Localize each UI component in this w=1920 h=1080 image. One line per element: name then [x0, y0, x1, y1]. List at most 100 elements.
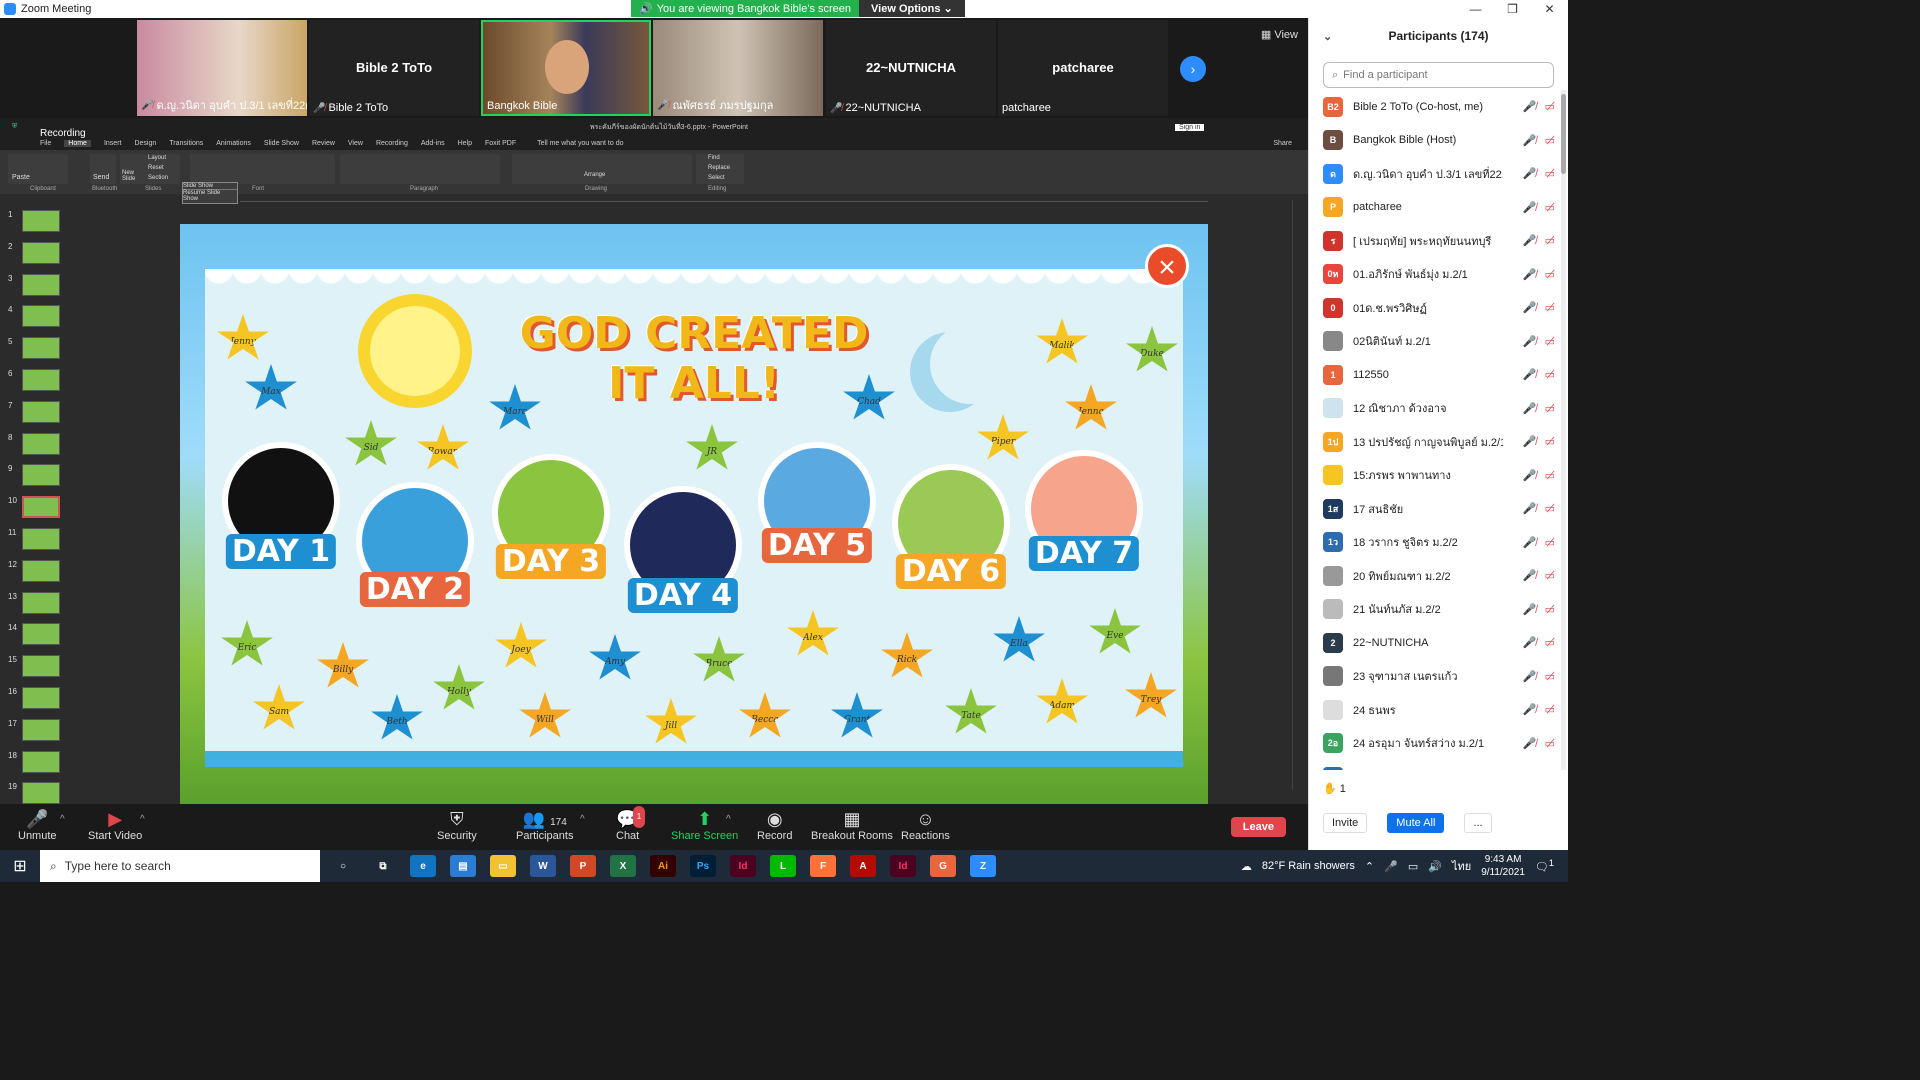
slide-thumbnail[interactable] [22, 241, 60, 264]
more-options-button[interactable]: ... [1464, 813, 1492, 833]
invite-button[interactable]: Invite [1323, 813, 1368, 833]
participant-row[interactable]: B2 Bible 2 ToTo (Co-host, me) 🎤̸ ▭̸ [1309, 90, 1569, 124]
language-indicator[interactable]: ไทย [1452, 857, 1471, 875]
mic-muted-icon[interactable]: 🎤̸ [1523, 268, 1537, 281]
participant-row[interactable]: 1ส 17 สนธิชัย 🎤̸ ▭̸ [1309, 492, 1569, 526]
audio-options-caret[interactable]: ^ [60, 814, 65, 825]
slide-thumbnail[interactable] [22, 750, 60, 773]
new-slide-button[interactable]: New Slide [122, 170, 142, 182]
slide-thumbnail[interactable] [22, 623, 60, 646]
chevron-up-icon[interactable]: ⌃ [1365, 860, 1374, 873]
line-icon[interactable]: L [770, 855, 796, 877]
ppt-tab[interactable]: Add-ins [421, 140, 445, 147]
mic-muted-icon[interactable]: 🎤̸ [1523, 636, 1537, 649]
participant-row[interactable]: 15:ภรพร พาพานทาง 🎤̸ ▭̸ [1309, 459, 1569, 493]
participant-row[interactable]: 02นิตินันท์ ม.2/1 🎤̸ ▭̸ [1309, 325, 1569, 359]
mic-muted-icon[interactable]: 🎤̸ [1523, 569, 1537, 582]
weather-icon[interactable]: ☁ [1241, 860, 1252, 873]
mic-muted-icon[interactable]: 🎤̸ [1523, 234, 1537, 247]
microphone-icon[interactable]: 🎤 [1384, 860, 1398, 873]
maximize-icon[interactable]: ❐ [1494, 0, 1531, 18]
slide-thumbnail[interactable] [22, 718, 60, 741]
excel-icon[interactable]: X [610, 855, 636, 877]
slide-thumbnail[interactable] [22, 687, 60, 709]
ppt-tab[interactable]: Foxit PDF [485, 140, 516, 147]
section-button[interactable]: Section [148, 175, 168, 181]
mic-muted-icon[interactable]: 🎤̸ [1523, 737, 1537, 750]
sign-in-button[interactable]: Sign in [1175, 123, 1205, 131]
ppt-tab[interactable]: Transitions [169, 140, 203, 147]
participants-caret[interactable]: ^ [580, 814, 585, 825]
slide-thumbnail[interactable] [22, 591, 60, 614]
mic-muted-icon[interactable]: 🎤̸ [1523, 167, 1537, 180]
participant-row[interactable]: 🎤̸▭̸ [1309, 760, 1569, 770]
minimize-icon[interactable]: — [1457, 0, 1494, 18]
ppt-tab[interactable]: Review [312, 140, 335, 147]
notifications-icon[interactable]: 🗨1 [1535, 858, 1554, 874]
video-tile-active-speaker[interactable]: Bangkok Bible [481, 20, 651, 116]
participant-row[interactable]: B Bangkok Bible (Host) 🎤̸ ▭̸ [1309, 124, 1569, 158]
slide-thumbnail[interactable] [22, 496, 60, 519]
mute-all-button[interactable]: Mute All [1387, 813, 1445, 833]
ppt-vertical-scrollbar[interactable] [1292, 200, 1300, 790]
mic-muted-icon[interactable]: 🎤̸ [1523, 502, 1537, 515]
powerpoint-icon[interactable]: P [570, 855, 596, 877]
indesign-icon[interactable]: Id [730, 855, 756, 877]
slide-thumbnail[interactable] [22, 782, 60, 805]
zoom-taskbar-icon[interactable]: Z [970, 855, 996, 877]
video-tile[interactable]: 🎤̸ ณพัศธรธ์ ภมรปฐมกุล [653, 20, 823, 116]
participant-row[interactable]: 20 ทิพย์มณฑา ม.2/2 🎤̸ ▭̸ [1309, 559, 1569, 593]
leave-button[interactable]: Leave [1230, 817, 1286, 837]
replace-button[interactable]: Replace [708, 165, 730, 171]
participant-row[interactable]: 24 ธนพร 🎤̸ ▭̸ [1309, 693, 1569, 727]
ppt-tab[interactable]: Home [64, 139, 91, 147]
share-options-caret[interactable]: ^ [726, 814, 731, 825]
tell-me-search[interactable]: Tell me what you want to do [537, 140, 623, 147]
ppt-tab[interactable]: Animations [216, 140, 251, 147]
mic-muted-icon[interactable]: 🎤̸ [1523, 301, 1537, 314]
video-options-caret[interactable]: ^ [140, 814, 145, 825]
unmute-button[interactable]: 🎤 Unmute [18, 808, 57, 842]
participant-row[interactable]: 0 01ด.ช.พรวิศิษฏ์ 🎤̸ ▭̸ [1309, 291, 1569, 325]
find-button[interactable]: Find [708, 155, 720, 161]
video-tile[interactable]: Bible 2 ToTo 🎤̸ Bible 2 ToTo [309, 20, 479, 116]
arrange-button[interactable]: Arrange [584, 172, 605, 178]
participant-row[interactable]: ด ด.ญ.วนิดา อุบคำ ป.3/1 เลขที่22... 🎤̸ ▭̸ [1309, 157, 1569, 191]
breakout-rooms-button[interactable]: ▦ Breakout Rooms [811, 808, 893, 842]
mic-muted-icon[interactable]: 🎤̸ [1523, 603, 1537, 616]
participant-row[interactable]: 2อ 24 อรอุมา จันทร์สว่าง ม.2/1 🎤̸ ▭̸ [1309, 727, 1569, 761]
chevron-down-icon[interactable]: ⌄ [1323, 30, 1332, 43]
slide-thumbnail[interactable] [22, 528, 60, 550]
ppt-tab[interactable]: Design [134, 140, 156, 147]
mic-muted-icon[interactable]: 🎤̸ [1523, 435, 1537, 448]
slide-thumbnail[interactable] [22, 305, 60, 328]
participant-search-input[interactable]: ⌕ Find a participant [1323, 62, 1554, 88]
ppt-tab[interactable]: Insert [104, 140, 122, 147]
ppt-tab[interactable]: Recording [376, 140, 408, 147]
edge-icon[interactable]: e [410, 855, 436, 877]
participant-row[interactable]: 2 22~NUTNICHA 🎤̸ ▭̸ [1309, 626, 1569, 660]
slide-thumbnail[interactable] [22, 337, 60, 360]
view-button[interactable]: ▦ View [1261, 28, 1298, 41]
taskbar-search-input[interactable]: ⌕ Type here to search [40, 850, 320, 882]
slide-thumbnail[interactable] [22, 369, 60, 391]
mic-muted-icon[interactable]: 🎤̸ [1523, 134, 1537, 147]
participant-row[interactable]: 0ห 01.อภิรักษ์ พันธ์มุ่ง ม.2/1 🎤̸ ▭̸ [1309, 258, 1569, 292]
participant-row[interactable]: 23 จุฑามาส เนตรแก้ว 🎤̸ ▭̸ [1309, 660, 1569, 694]
participant-row[interactable]: ร [ เปรมฤทัย] พระหฤทัยนนทบุรี 🎤̸ ▭̸ [1309, 224, 1569, 258]
ppt-tab[interactable]: View [348, 140, 363, 147]
task-view-icon[interactable]: ⧉ [370, 855, 396, 877]
video-tile[interactable]: patcharee patcharee [998, 20, 1168, 116]
participant-row[interactable]: Ppatcharee 🎤̸ ▭̸ [1309, 191, 1569, 225]
ppt-share-button[interactable]: Share [1273, 140, 1292, 147]
file-explorer-icon[interactable]: ▭ [490, 855, 516, 877]
slide-thumbnail[interactable] [22, 400, 60, 423]
mic-muted-icon[interactable]: 🎤̸ [1523, 536, 1537, 549]
chat-button[interactable]: 💬 1 Chat [616, 806, 646, 842]
mic-muted-icon[interactable]: 🎤̸ [1523, 100, 1537, 113]
participants-button[interactable]: 👥 174 Participants [516, 808, 573, 842]
video-tile[interactable]: 22~NUTNICHA 🎤̸ 22~NUTNICHA [826, 20, 996, 116]
next-page-button[interactable]: › [1180, 56, 1206, 82]
slide-thumbnail[interactable] [22, 210, 60, 232]
participant-list-scrollbar[interactable] [1561, 90, 1566, 770]
